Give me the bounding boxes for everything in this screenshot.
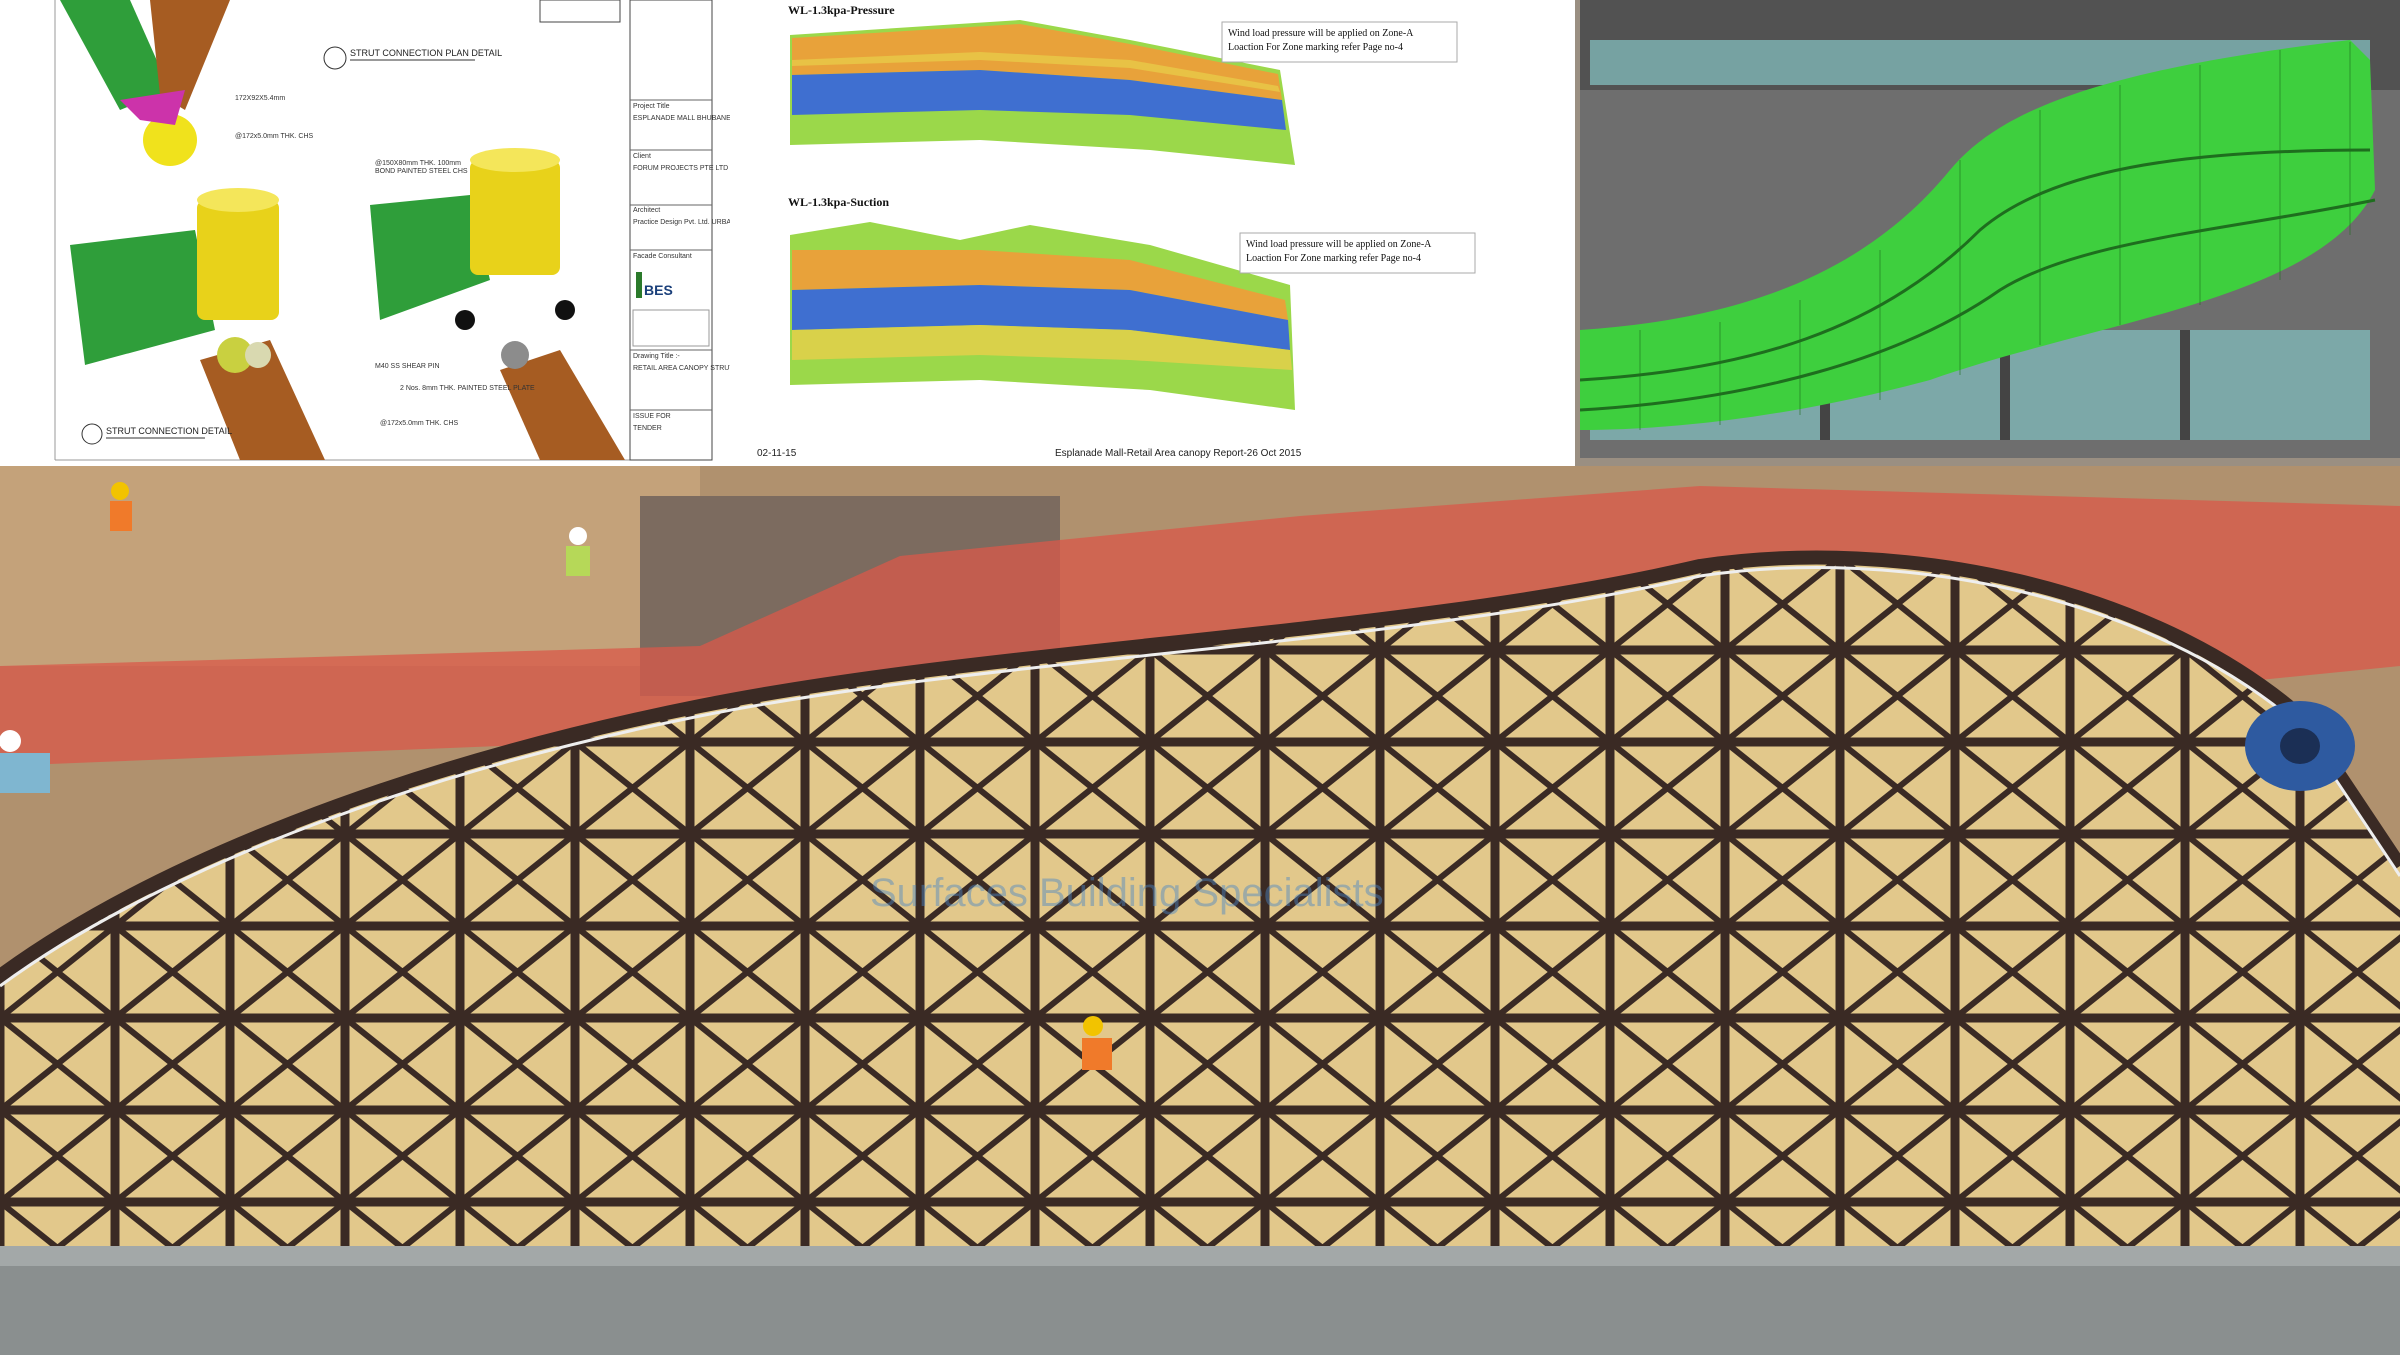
pressure-mesh-plot — [790, 20, 1295, 165]
suction-note-line-2: Loaction For Zone marking refer Page no-… — [1246, 253, 1421, 264]
suction-note-line-1: Wind load pressure will be applied on Zo… — [1246, 239, 1432, 250]
suction-title: WL-1.3kpa-Suction — [788, 195, 889, 209]
issue-label: ISSUE FOR — [633, 413, 671, 420]
callout-6: 2 Nos. 8mm THK. PAINTED STEEL PLATE — [400, 385, 535, 392]
canopy-construction-photo: Surfaces Building Specialists — [0, 466, 2400, 1355]
worker-2 — [566, 527, 590, 576]
wind-load-analysis-page: WL-1.3kpa-Pressure Wind load pressure wi… — [730, 0, 1575, 466]
footer-date: 02-11-15 — [757, 448, 797, 459]
project-title-label: Project Title — [633, 103, 670, 110]
issue-value: TENDER — [633, 425, 662, 432]
callout-4: BOND PAINTED STEEL CHS — [375, 168, 468, 175]
facade-label: Facade Consultant — [633, 253, 692, 260]
pressure-note-line-1: Wind load pressure will be applied on Zo… — [1228, 28, 1414, 39]
chs-cylinder-2 — [470, 160, 560, 275]
analysis-canvas: WL-1.3kpa-Pressure Wind load pressure wi… — [757, 3, 1476, 459]
pressure-title: WL-1.3kpa-Pressure — [788, 3, 895, 17]
worker-1 — [110, 482, 132, 531]
architect-label: Architect — [633, 207, 660, 214]
title-block — [629, 0, 713, 461]
canopy-3d-model — [1580, 0, 2400, 458]
model-canvas — [1580, 0, 2400, 458]
pressure-note-line-2: Loaction For Zone marking refer Page no-… — [1228, 42, 1403, 53]
chs-cylinder — [197, 200, 279, 320]
drawing-title-label: Drawing Title :- — [633, 353, 680, 360]
callout-7: @172x5.0mm THK. CHS — [380, 420, 458, 427]
callout-2: @172x5.0mm THK. CHS — [235, 133, 313, 140]
callout-3: @150X80mm THK. 100mm — [375, 160, 461, 167]
footer-report: Esplanade Mall-Retail Area canopy Report… — [1055, 448, 1302, 459]
photo-canvas: Surfaces Building Specialists — [0, 466, 2400, 1355]
callout-5: M40 SS SHEAR PIN — [375, 363, 440, 370]
connection-detail-title: STRUT CONNECTION DETAIL — [106, 426, 232, 436]
suction-mesh-plot — [790, 222, 1295, 410]
callout-1: 172X92X5.4mm — [235, 95, 285, 102]
watermark-text: Surfaces Building Specialists — [870, 871, 1384, 915]
facade-logo: BES — [644, 282, 673, 298]
plan-detail-title: STRUT CONNECTION PLAN DETAIL — [350, 48, 502, 58]
client-name: FORUM PROJECTS PTE LTD — [633, 165, 728, 172]
client-label: Client — [633, 153, 651, 160]
